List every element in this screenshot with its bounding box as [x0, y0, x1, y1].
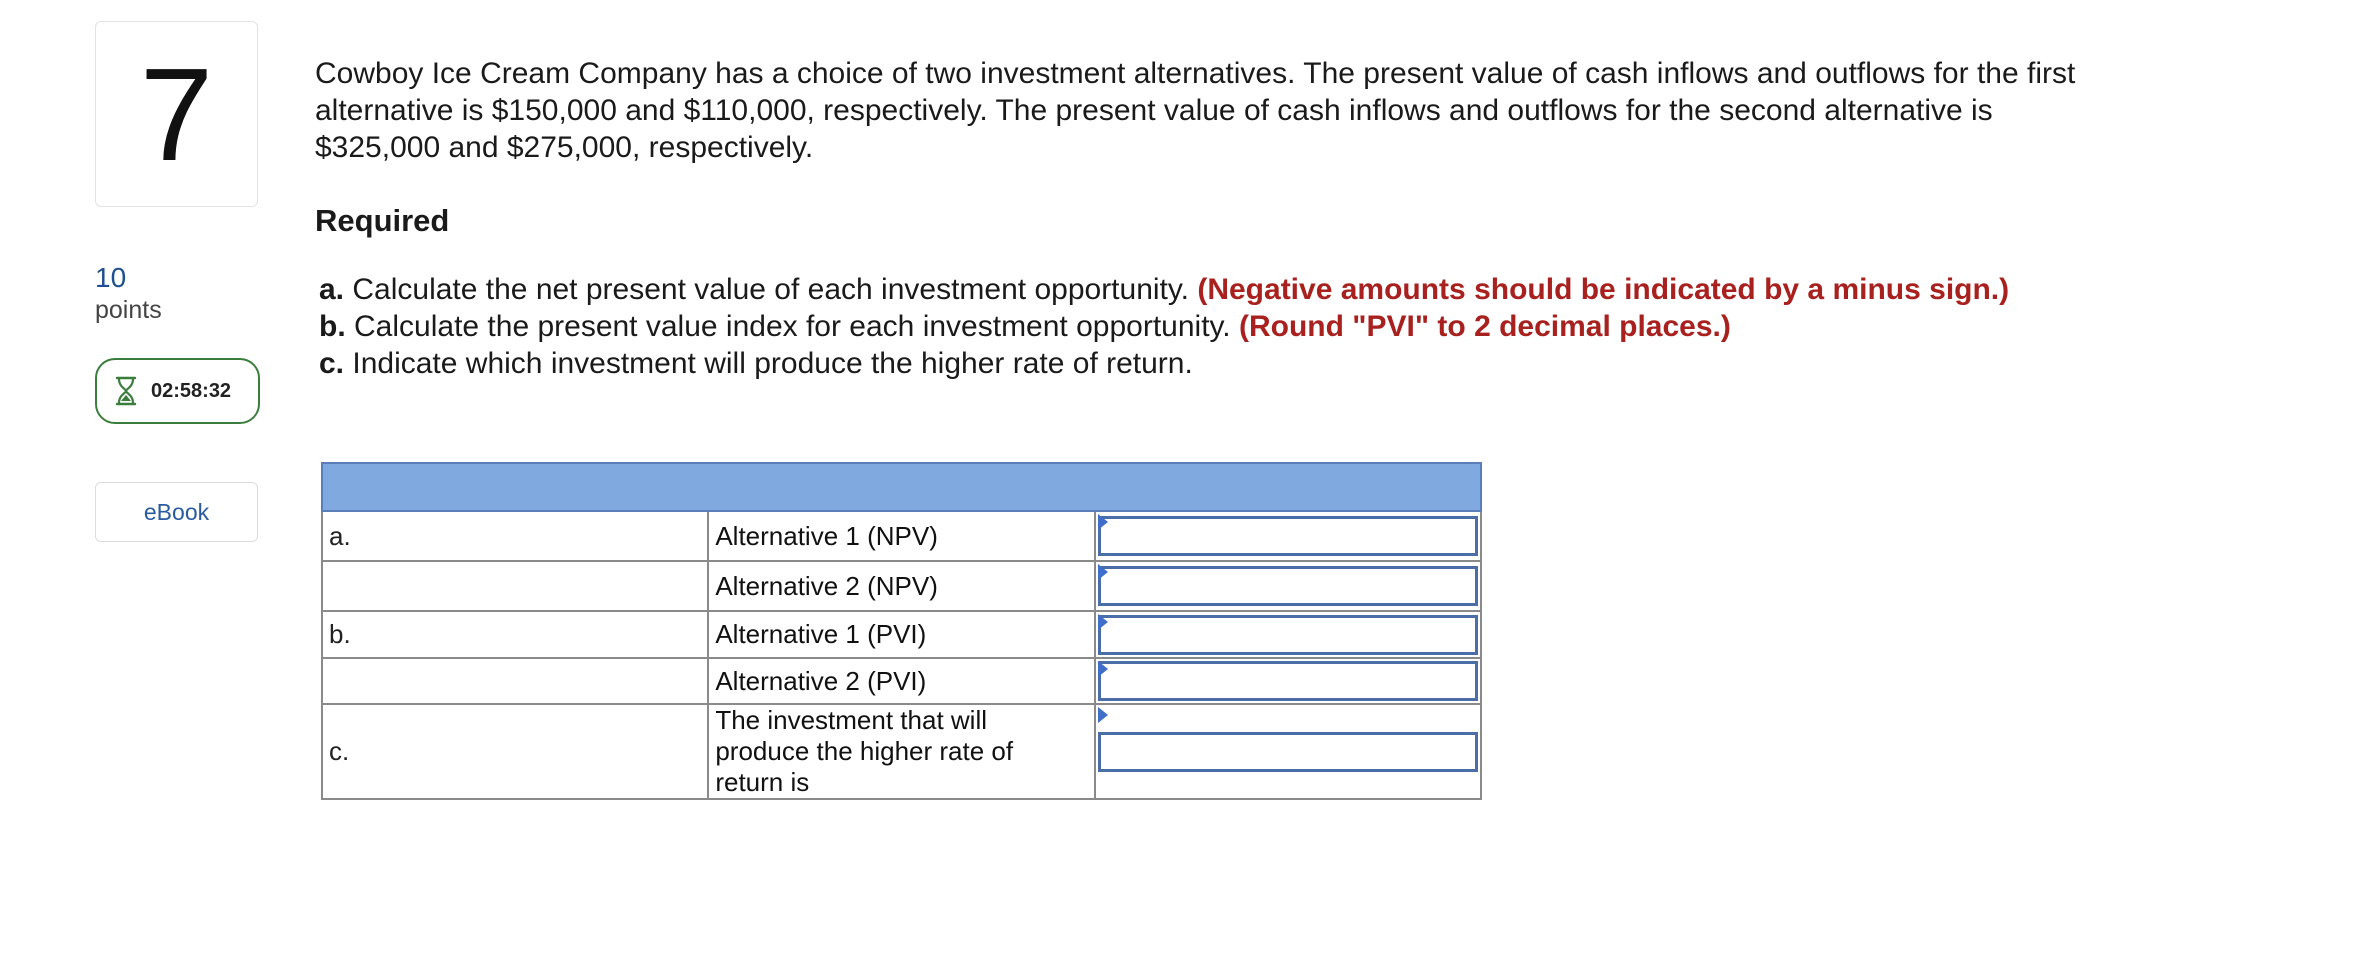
requirements-list: a. Calculate the net present value of ea… — [315, 271, 2215, 382]
hourglass-icon — [115, 376, 137, 406]
page: 7 10 points 02:58:32 eBook Cowboy Ice Cr… — [0, 0, 2380, 956]
answer-cell — [1093, 560, 1483, 612]
row-label: c. — [320, 703, 710, 800]
timer-text: 02:58:32 — [151, 379, 232, 402]
timer-badge: 02:58:32 — [95, 358, 260, 424]
answer-cell — [1093, 610, 1483, 659]
row-label: a. — [320, 510, 710, 562]
question-text: Cowboy Ice Cream Company has a choice of… — [315, 55, 2215, 166]
table-header-row — [321, 462, 1482, 512]
answer-cell — [1093, 657, 1483, 705]
requirement-text: Calculate the net present value of each … — [352, 273, 1189, 306]
answer-input-alt2-pvi[interactable] — [1097, 661, 1478, 701]
points-value: 10 — [95, 262, 127, 293]
answer-table: a. Alternative 1 (NPV) Alternative 2 (NP… — [320, 462, 1483, 800]
question-content: Cowboy Ice Cream Company has a choice of… — [315, 55, 2215, 382]
question-line: $325,000 and $275,000, respectively. — [315, 131, 814, 164]
cell-marker-icon — [1097, 614, 1108, 630]
ebook-button[interactable]: eBook — [95, 482, 258, 542]
table-row: a. Alternative 1 (NPV) — [320, 510, 1483, 562]
answer-select-higher-return[interactable] — [1097, 731, 1478, 772]
requirement-c: c. Indicate which investment will produc… — [319, 345, 2215, 382]
requirement-letter: c. — [319, 347, 345, 380]
requirement-a: a. Calculate the net present value of ea… — [319, 271, 2215, 308]
row-description: Alternative 1 (PVI) — [707, 610, 1096, 659]
cell-marker-icon — [1097, 564, 1108, 580]
table-row: Alternative 2 (NPV) — [320, 560, 1483, 612]
row-description: The investment that will produce the hig… — [707, 703, 1096, 800]
cell-marker-icon — [1097, 707, 1108, 723]
question-line: Cowboy Ice Cream Company has a choice of… — [315, 57, 2076, 90]
answer-cell — [1093, 703, 1483, 800]
answer-input-alt2-npv[interactable] — [1097, 566, 1478, 606]
row-label — [320, 657, 710, 705]
row-label: b. — [320, 610, 710, 659]
table-row: b. Alternative 1 (PVI) — [320, 610, 1483, 659]
requirement-letter: b. — [319, 310, 346, 343]
answer-input-alt1-npv[interactable] — [1097, 516, 1478, 556]
row-description: Alternative 2 (NPV) — [707, 560, 1096, 612]
row-label — [320, 560, 710, 612]
points-label: points — [95, 296, 162, 324]
row-description: Alternative 2 (PVI) — [707, 657, 1096, 705]
cell-marker-icon — [1097, 661, 1108, 677]
question-number: 7 — [95, 21, 258, 207]
answer-cell — [1093, 510, 1483, 562]
table-row: Alternative 2 (PVI) — [320, 657, 1483, 705]
cell-marker-icon — [1097, 514, 1108, 530]
row-description: Alternative 1 (NPV) — [707, 510, 1096, 562]
requirement-note: (Round "PVI" to 2 decimal places.) — [1238, 310, 1731, 343]
required-heading: Required — [315, 203, 450, 238]
requirement-note: (Negative amounts should be indicated by… — [1197, 273, 2010, 306]
answer-input-alt1-pvi[interactable] — [1097, 614, 1478, 655]
requirement-text: Indicate which investment will produce t… — [352, 347, 1193, 380]
requirement-letter: a. — [319, 273, 345, 306]
question-line: alternative is $150,000 and $110,000, re… — [315, 94, 1993, 127]
requirement-text: Calculate the present value index for ea… — [354, 310, 1231, 343]
requirement-b: b. Calculate the present value index for… — [319, 308, 2215, 345]
table-row: c. The investment that will produce the … — [320, 703, 1483, 800]
table-header-cell — [321, 462, 1482, 512]
